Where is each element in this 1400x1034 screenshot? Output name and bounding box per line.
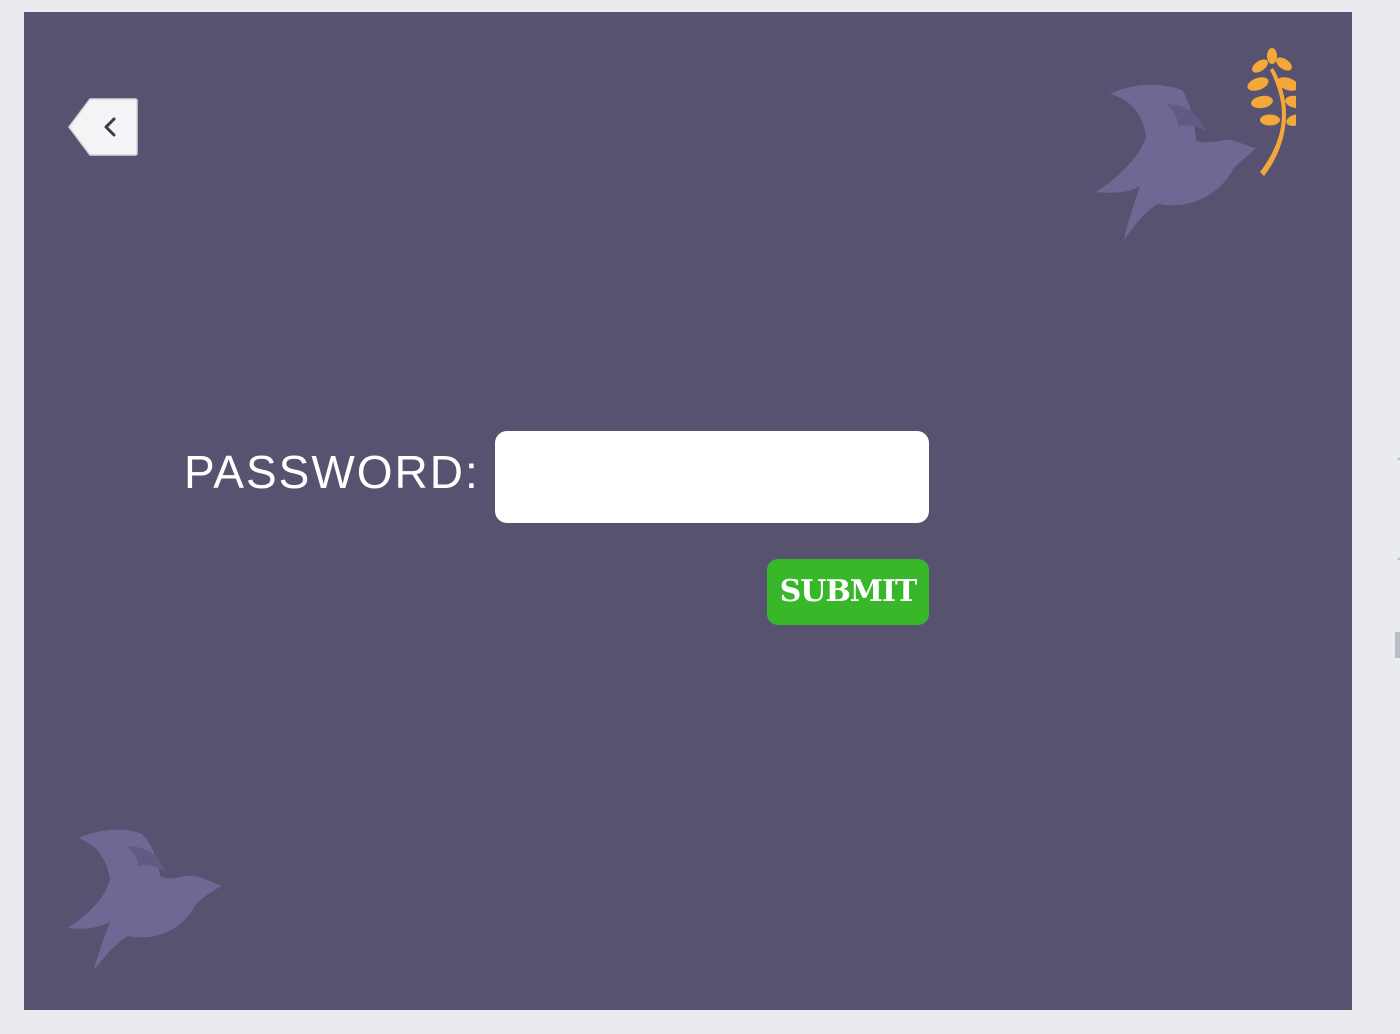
back-tag-shape bbox=[68, 98, 138, 156]
dove-icon bbox=[66, 824, 226, 972]
submit-button[interactable]: SUBMIT bbox=[767, 559, 929, 625]
login-screen: PASSWORD: SUBMIT bbox=[24, 12, 1352, 1010]
olive-branch-icon bbox=[1247, 48, 1307, 176]
back-button[interactable] bbox=[68, 98, 138, 156]
password-input[interactable] bbox=[495, 431, 929, 523]
edge-scroll-marks bbox=[1395, 457, 1400, 658]
password-label: PASSWORD: bbox=[184, 446, 480, 498]
dove-with-olive-branch-icon bbox=[1074, 44, 1307, 244]
dove-icon bbox=[1096, 84, 1256, 240]
